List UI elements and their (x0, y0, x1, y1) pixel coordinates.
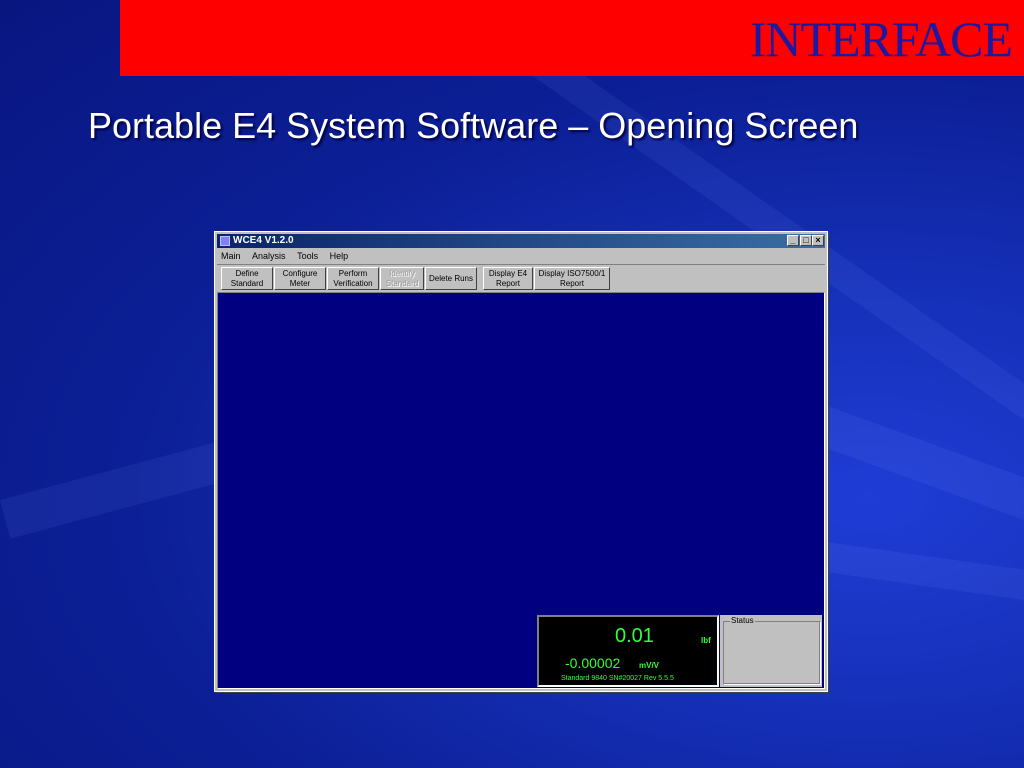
window-titlebar[interactable]: WCE4 V1.2.0 _ □ × (217, 234, 825, 248)
header-text: INTERFACE (749, 11, 1013, 67)
toolbar: Define Standard Configure Meter Perform … (217, 264, 825, 293)
status-label: Status (730, 616, 755, 625)
menu-help[interactable]: Help (330, 251, 349, 261)
meter-unit: lbf (701, 636, 711, 645)
menu-main[interactable]: Main (221, 251, 241, 261)
meter-standard-info: Standard 9840 SN#20027 Rev 5.5.5 (561, 675, 674, 682)
display-e4-report-button[interactable]: Display E4 Report (483, 267, 533, 290)
app-icon (220, 236, 230, 246)
menu-analysis[interactable]: Analysis (252, 251, 286, 261)
status-panel: Status (720, 615, 822, 687)
configure-meter-button[interactable]: Configure Meter (274, 267, 326, 290)
app-window: WCE4 V1.2.0 _ □ × Main Analysis Tools He… (214, 231, 828, 692)
menu-tools[interactable]: Tools (297, 251, 318, 261)
define-standard-button[interactable]: Define Standard (221, 267, 273, 290)
maximize-button[interactable]: □ (800, 235, 812, 246)
identify-standard-button[interactable]: Identify Standard (380, 267, 424, 290)
slide-title: Portable E4 System Software – Opening Sc… (88, 105, 859, 146)
display-iso-report-button[interactable]: Display ISO7500/1 Report (534, 267, 610, 290)
delete-runs-button[interactable]: Delete Runs (425, 267, 477, 290)
perform-verification-button[interactable]: Perform Verification (327, 267, 379, 290)
meter-signal-value: -0.00002 (565, 655, 621, 671)
close-button[interactable]: × (812, 235, 824, 246)
status-group: Status (723, 616, 820, 684)
meter-signal-unit: mV/V (639, 661, 660, 670)
meter-value: 0.01 (615, 625, 654, 647)
window-title: WCE4 V1.2.0 (233, 235, 294, 246)
minimize-button[interactable]: _ (787, 235, 799, 246)
menu-bar: Main Analysis Tools Help (217, 249, 825, 263)
workspace: 0.01 lbf -0.00002 mV/V Standard 9840 SN#… (217, 292, 825, 689)
header-bar: INTERFACE (120, 0, 1024, 76)
meter-display: 0.01 lbf -0.00002 mV/V Standard 9840 SN#… (537, 615, 719, 687)
